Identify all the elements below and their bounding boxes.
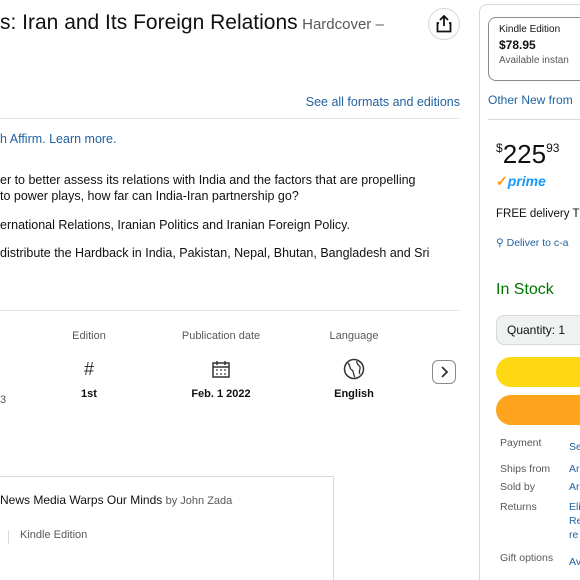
other-new-link[interactable]: Other New from — [488, 93, 573, 107]
detail-value: English — [334, 388, 374, 400]
calendar-icon — [166, 356, 276, 382]
info-label-gift-options: Gift options — [500, 552, 554, 564]
info-value-payment[interactable]: Se — [569, 441, 580, 453]
sponsored-product-card[interactable] — [0, 476, 334, 580]
free-delivery-text: FREE delivery T — [496, 208, 580, 220]
deliver-to-link[interactable]: ⚲ Deliver to c-a — [496, 237, 568, 249]
see-all-formats-link[interactable]: See all formats and editions — [0, 95, 460, 109]
stock-status: In Stock — [496, 281, 554, 298]
share-button[interactable] — [428, 8, 460, 40]
product-title-row: s: Iran and Its Foreign Relations Hardco… — [0, 8, 470, 48]
detail-edition: Edition # 1st — [34, 330, 144, 400]
detail-language: Language English — [299, 330, 409, 400]
price-fraction: 93 — [546, 141, 560, 155]
description-line: er to better assess its relations with I… — [0, 173, 416, 187]
sponsored-author: by John Zada — [165, 495, 233, 507]
description-line: to power plays, how far can India-Iran p… — [0, 189, 299, 203]
sponsored-title-text: News Media Warps Our Minds — [0, 493, 163, 507]
chevron-right-icon — [441, 366, 449, 378]
kindle-edition-price: $78.95 — [499, 38, 536, 52]
share-icon — [436, 15, 452, 33]
info-label-ships-from: Ships from — [500, 463, 551, 475]
product-details-carousel: 3 Edition # 1st Publication date Feb. 1 … — [0, 330, 470, 410]
deliver-to-label: Deliver to c-a — [506, 237, 569, 249]
detail-label: Publication date — [181, 330, 261, 342]
divider — [8, 530, 9, 544]
prime-label: prime — [507, 173, 546, 189]
detail-value: 1st — [81, 388, 97, 400]
kindle-availability: Available instan — [499, 55, 569, 66]
divider — [0, 118, 460, 119]
globe-icon — [299, 356, 409, 382]
info-label-payment: Payment — [500, 437, 542, 449]
description-line: ernational Relations, Iranian Politics a… — [0, 218, 350, 232]
detail-value: Feb. 1 2022 — [191, 388, 251, 400]
info-label-returns: Returns — [500, 501, 537, 513]
product-price: $22593 — [496, 139, 559, 170]
price-currency: $ — [496, 141, 503, 155]
info-value-returns-line2[interactable]: Re — [569, 515, 580, 527]
sponsored-product-title[interactable]: News Media Warps Our Minds by John Zada — [0, 493, 232, 507]
carousel-next-button[interactable] — [432, 360, 456, 384]
add-to-cart-button[interactable] — [496, 357, 580, 387]
detail-value-partial: 3 — [0, 394, 7, 406]
info-value-returns[interactable]: Eli — [569, 501, 580, 513]
divider — [0, 310, 460, 311]
quantity-select[interactable]: Quantity: 1 — [496, 315, 580, 345]
info-value-ships-from: Ar — [569, 463, 580, 475]
info-value-returns-line3[interactable]: re — [569, 529, 578, 541]
detail-label: Language — [329, 330, 379, 342]
detail-label: Edition — [72, 330, 106, 342]
sponsored-format: Kindle Edition — [20, 529, 88, 541]
kindle-edition-option[interactable]: Kindle Edition $78.95 Available instan — [488, 17, 580, 81]
info-value-sold-by[interactable]: Ar — [569, 481, 580, 493]
affirm-promo-link[interactable]: h Affirm. Learn more. — [0, 132, 117, 146]
prime-badge: ✓prime — [496, 173, 546, 190]
prime-check-icon: ✓ — [496, 173, 508, 189]
product-title: s: Iran and Its Foreign Relations — [0, 11, 298, 34]
hash-icon: # — [83, 358, 94, 379]
detail-publication-date: Publication date Feb. 1 2022 — [166, 330, 276, 400]
kindle-edition-label: Kindle Edition — [499, 24, 561, 35]
product-format-label: Hardcover – — [302, 16, 384, 33]
location-pin-icon: ⚲ — [496, 237, 504, 249]
description-line: distribute the Hardback in India, Pakist… — [0, 246, 430, 260]
info-value-gift-options[interactable]: Av — [569, 556, 580, 568]
divider — [488, 119, 580, 120]
buy-now-button[interactable] — [496, 395, 580, 425]
info-label-sold-by: Sold by — [500, 481, 536, 493]
price-whole: 225 — [502, 139, 547, 169]
buy-box: Kindle Edition $78.95 Available instan O… — [479, 4, 580, 580]
